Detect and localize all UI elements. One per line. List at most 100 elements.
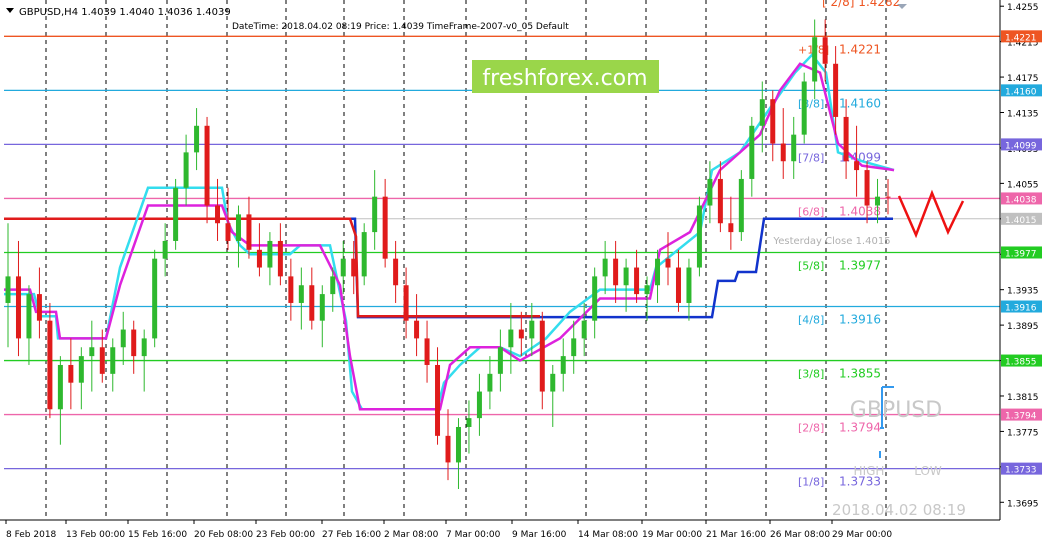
level-label: [5/8] bbox=[798, 259, 824, 272]
price-axis: 1.42551.42151.41751.41351.40951.40551.40… bbox=[999, 0, 1043, 548]
price-tick-label: 1.3775 bbox=[1007, 428, 1039, 438]
candle-body bbox=[141, 338, 147, 357]
time-tick-label: 13 Feb 00:00 bbox=[66, 530, 125, 540]
candle-body bbox=[466, 418, 472, 427]
level-price-tag-text: 1.4160 bbox=[1005, 87, 1037, 97]
candle-body bbox=[445, 435, 451, 463]
candle-body bbox=[592, 276, 598, 321]
time-tick-label: 20 Feb 08:00 bbox=[194, 530, 253, 540]
candle-body bbox=[833, 63, 839, 117]
candle-body bbox=[665, 258, 671, 268]
level-label: [2/8] bbox=[798, 422, 824, 435]
candle-body bbox=[476, 391, 482, 419]
time-tick-label: 27 Feb 16:00 bbox=[322, 530, 381, 540]
candle-body bbox=[728, 223, 734, 233]
symbol-watermark: GBPUSD bbox=[850, 398, 942, 423]
candle-body bbox=[864, 170, 870, 206]
level-value: 1.4038 bbox=[839, 204, 881, 218]
candle-body bbox=[655, 258, 661, 286]
candle-body bbox=[560, 356, 566, 374]
level-price-tag-text: 1.4038 bbox=[1005, 195, 1037, 205]
price-chart[interactable]: [ 2/8] 1.4282+1/8]1.4221[8/8]1.4160[7/8]… bbox=[0, 0, 1043, 548]
candle-body bbox=[539, 320, 545, 392]
candle-body bbox=[623, 267, 629, 286]
candle-body bbox=[403, 285, 409, 321]
info-line: DateTime: 2018.04.02 08:19 Price: 1.4039… bbox=[232, 22, 569, 32]
candle-body bbox=[885, 196, 891, 198]
candle-body bbox=[235, 214, 241, 241]
level-price-tag-text: 1.3916 bbox=[1005, 304, 1037, 314]
candle-body bbox=[120, 329, 126, 348]
level-value: 1.4160 bbox=[839, 96, 881, 110]
candle-body bbox=[707, 178, 713, 206]
candle-body bbox=[508, 329, 514, 348]
price-tick-label: 1.3695 bbox=[1007, 499, 1039, 509]
candle-body bbox=[812, 37, 818, 82]
level-label: [1/8] bbox=[798, 476, 824, 489]
yesterday-close-label: Yesterday Close 1.4015 bbox=[772, 236, 890, 247]
candle-body bbox=[162, 240, 168, 259]
level-value: 1.4221 bbox=[839, 42, 881, 56]
candle-body bbox=[414, 320, 420, 339]
candle-body bbox=[634, 267, 640, 295]
price-tick-label: 1.4175 bbox=[1007, 74, 1039, 84]
candle-body bbox=[183, 152, 189, 188]
candle-body bbox=[393, 258, 399, 286]
candle-body bbox=[267, 240, 273, 268]
level-label: [6/8] bbox=[798, 205, 824, 218]
candle-body bbox=[277, 240, 283, 277]
candle-body bbox=[613, 258, 619, 286]
candle-body bbox=[581, 320, 587, 339]
candle-body bbox=[717, 178, 723, 224]
candle-body bbox=[791, 134, 797, 162]
candle-body bbox=[696, 205, 702, 268]
price-tick-label: 1.4135 bbox=[1007, 110, 1039, 120]
level-price-tag-text: 1.3733 bbox=[1005, 466, 1037, 476]
level-price-tag-text: 1.3794 bbox=[1005, 412, 1037, 422]
candle-body bbox=[372, 196, 378, 233]
candle-body bbox=[770, 99, 776, 144]
candle-body bbox=[57, 364, 63, 410]
chart-window[interactable]: [ 2/8] 1.4282+1/8]1.4221[8/8]1.4160[7/8]… bbox=[0, 0, 1043, 548]
time-tick-label: 14 Mar 08:00 bbox=[578, 530, 638, 540]
time-tick-label: 19 Mar 00:00 bbox=[642, 530, 702, 540]
candle-body bbox=[15, 276, 21, 339]
candle-body bbox=[843, 116, 849, 162]
candle-body bbox=[225, 223, 231, 241]
candle-body bbox=[340, 258, 346, 277]
candle-body bbox=[288, 276, 294, 303]
time-tick-label: 2 Mar 08:00 bbox=[384, 530, 439, 540]
candle-body bbox=[319, 294, 325, 321]
candle-body bbox=[550, 373, 556, 392]
candle-body bbox=[435, 364, 441, 436]
candle-body bbox=[854, 161, 860, 171]
candle-body bbox=[298, 285, 304, 303]
level-price-tag-text: 1.3977 bbox=[1005, 249, 1037, 259]
symbol-quote-line: GBPUSD,H4 1.4039 1.4040 1.4036 1.4039 bbox=[19, 7, 231, 18]
candle-body bbox=[99, 347, 105, 374]
time-tick-label: 23 Feb 00:00 bbox=[256, 530, 315, 540]
candle-body bbox=[26, 294, 32, 339]
candle-body bbox=[204, 125, 210, 206]
candle-body bbox=[246, 214, 252, 250]
price-tick-label: 1.4055 bbox=[1007, 180, 1039, 190]
candle-body bbox=[256, 249, 262, 268]
candle-body bbox=[644, 285, 650, 295]
time-axis: 8 Feb 2018 13 Feb 00:00 15 Feb 16:00 20 Feb… bbox=[0, 519, 1000, 548]
price-tick-label: 1.4255 bbox=[1007, 3, 1039, 13]
level-price-tag-text: 1.4221 bbox=[1005, 33, 1037, 43]
time-tick-label: 21 Mar 16:00 bbox=[706, 530, 766, 540]
level-value: 1.3916 bbox=[839, 313, 881, 327]
candle-body bbox=[675, 267, 681, 303]
candle-body bbox=[152, 258, 158, 339]
candle-body bbox=[518, 329, 524, 339]
candle-body bbox=[780, 143, 786, 162]
candle-body bbox=[5, 276, 11, 303]
level-value: 1.3977 bbox=[839, 258, 881, 272]
candle-body bbox=[36, 294, 42, 321]
candle-body bbox=[424, 338, 430, 365]
candle-body bbox=[875, 196, 881, 206]
level-value: 1.3855 bbox=[839, 367, 881, 381]
brand-text: freshforex.com bbox=[482, 66, 647, 91]
candle-body bbox=[602, 258, 608, 277]
